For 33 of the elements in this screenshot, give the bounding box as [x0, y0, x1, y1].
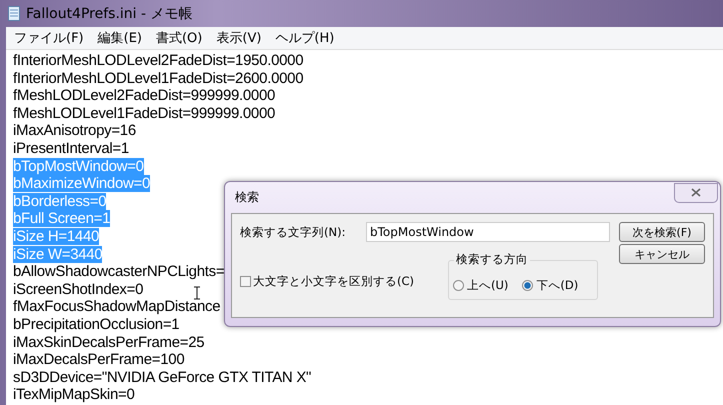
direction-radio[interactable]: 下へ(D): [522, 278, 578, 293]
menu-item[interactable]: ヘルプ(H): [269, 29, 340, 47]
notepad-icon: [8, 6, 20, 21]
menu-item[interactable]: 表示(V): [210, 29, 268, 47]
match-case-checkbox[interactable]: 大文字と小文字を区別する(C): [240, 274, 448, 289]
text-line: fMeshLODLevel2FadeDist=999999.0000: [13, 87, 276, 104]
cancel-button[interactable]: キャンセル: [619, 244, 705, 264]
menu-item[interactable]: 書式(O): [150, 29, 208, 47]
menu-item[interactable]: ファイル(F): [8, 29, 90, 47]
text-line: iPresentInterval=1: [13, 140, 129, 157]
text-line: fInteriorMeshLODLevel2FadeDist=1950.0000: [13, 52, 304, 69]
find-label: 検索する文字列(N):: [240, 224, 346, 240]
text-line: iMaxSkinDecalsPerFrame=25: [13, 334, 204, 350]
find-next-button[interactable]: 次を検索(F): [619, 222, 705, 242]
window-title: Fallout4Prefs.ini - メモ帳: [26, 4, 192, 22]
text-line: iScreenShotIndex=0: [13, 280, 144, 298]
text-line: iMaxDecalsPerFrame=100: [13, 351, 184, 368]
find-input[interactable]: bTopMostWindow: [366, 222, 610, 242]
close-button[interactable]: [674, 182, 718, 202]
text-line: fInteriorMeshLODLevel1FadeDist=2600.0000: [13, 70, 304, 87]
close-icon: [691, 188, 701, 197]
direction-radio[interactable]: 上へ(U): [453, 278, 508, 293]
text-line: fMeshLODLevel1FadeDist=999999.0000: [13, 104, 276, 122]
text-line: iTexMipMapSkin=0: [13, 386, 135, 404]
text-line: fMaxFocusShadowMapDistance: [13, 298, 220, 316]
text-cursor-icon: [193, 286, 201, 300]
text-line: iMaxAnisotropy=16: [13, 122, 136, 140]
dialog-title: 検索: [235, 189, 259, 206]
group-label: 検索する方向: [454, 252, 530, 267]
text-line: bPrecipitationOcclusion=1: [13, 316, 180, 333]
text-line: bAllowShadowcasterNPCLights=: [13, 263, 224, 280]
text-line: sD3DDevice="NVIDIA GeForce GTX TITAN X": [13, 368, 312, 386]
menu-item[interactable]: 編集(E): [92, 29, 148, 47]
